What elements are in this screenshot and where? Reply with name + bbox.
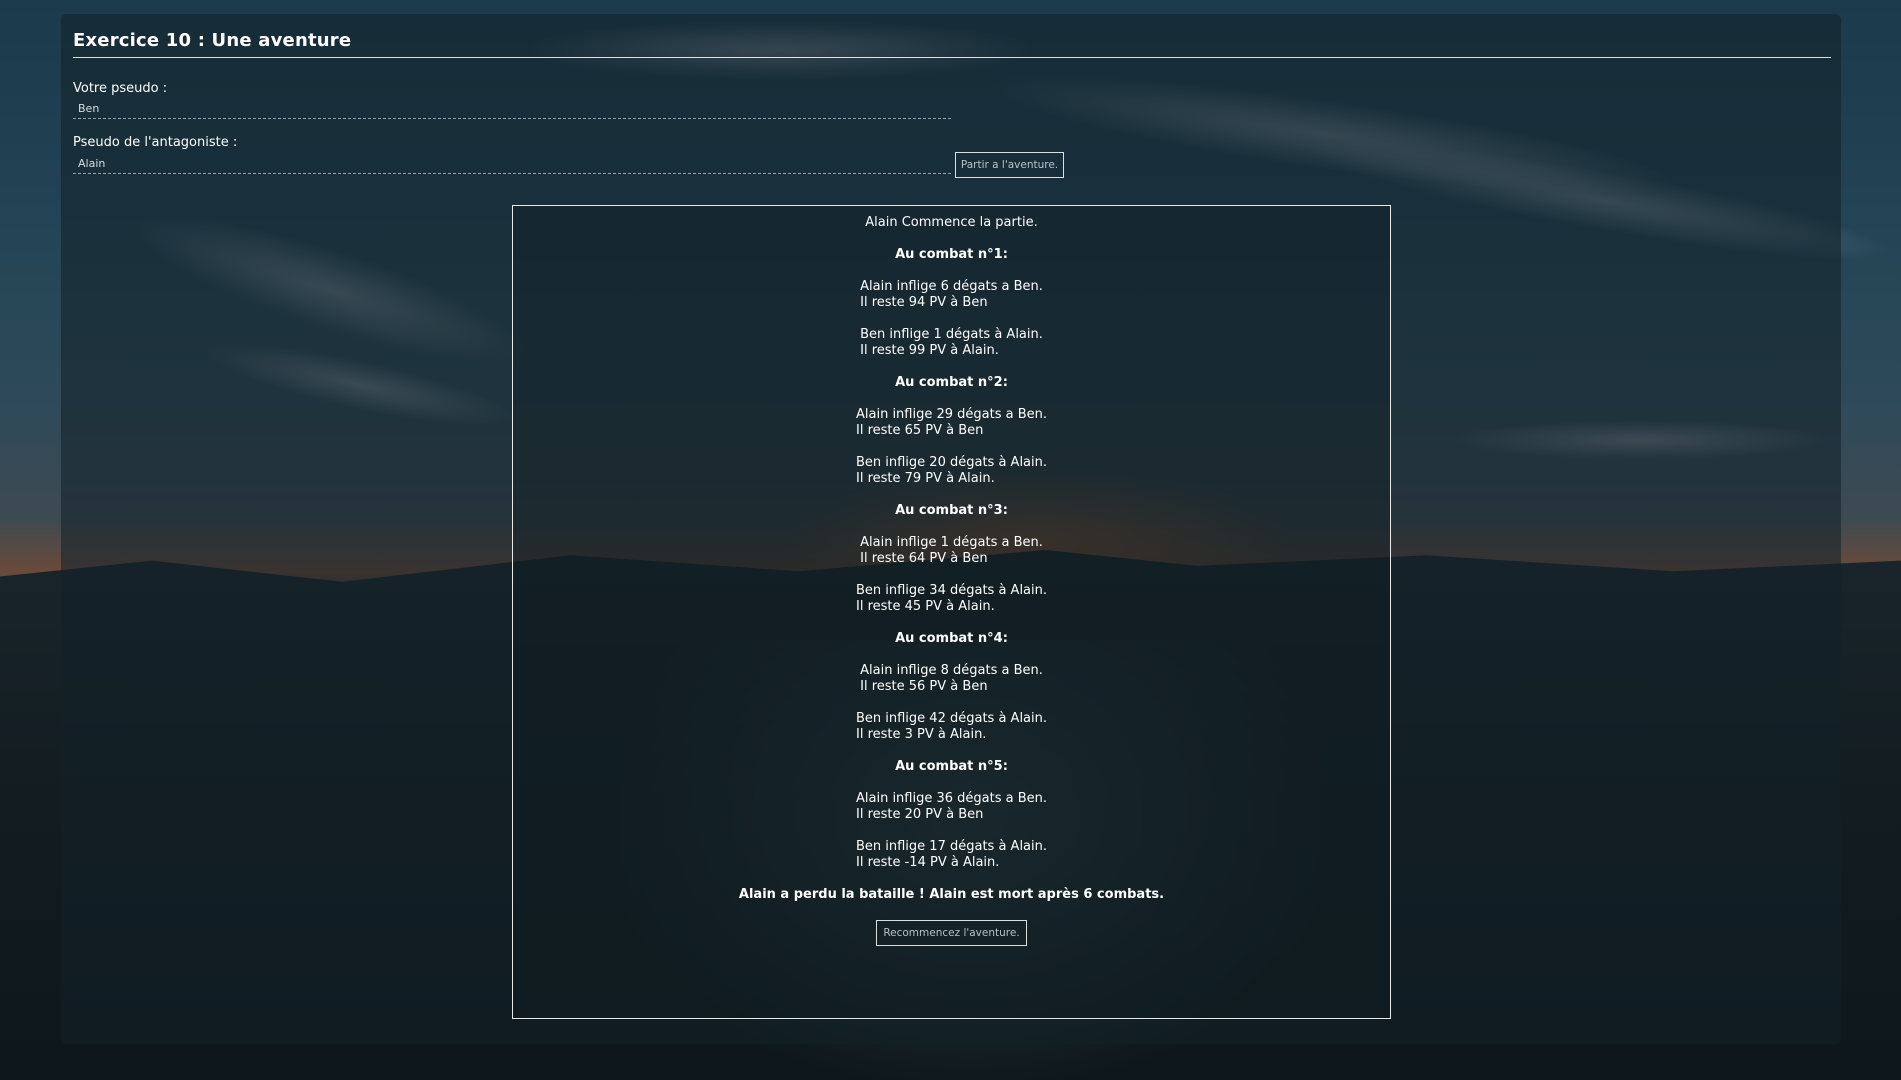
attack-text: Alain inflige 1 dégats a Ben. Il reste 64… <box>860 535 1043 567</box>
attack-hp-line: Il reste -14 PV à Alain. <box>855 855 1000 870</box>
combat-round: Au combat n°5: Alain inflige 36 dégats a … <box>513 759 1390 871</box>
intro-text: Alain Commence la partie. <box>865 215 1038 230</box>
attack-entry: Ben inflige 34 dégats à Alain. Il reste 4… <box>513 583 1390 615</box>
attack-damage-line: Alain inflige 6 dégats a Ben. <box>860 279 1043 294</box>
attack-damage-line: Ben inflige 20 dégats à Alain. <box>855 455 1048 470</box>
attack-text: Ben inflige 34 dégats à Alain. Il reste 4… <box>856 583 1047 615</box>
attack-text: Alain inflige 29 dégats a Ben. Il reste 6… <box>856 407 1047 439</box>
restart-adventure-label: Recommencez l'aventure. <box>883 927 1020 939</box>
start-adventure-button[interactable]: Partir a l'aventure. <box>955 152 1064 178</box>
attack-hp-line: Il reste 3 PV à Alain. <box>855 727 987 742</box>
round-title: Au combat n°2: <box>895 375 1008 390</box>
battle-result: Alain a perdu la bataille ! Alain est mo… <box>738 887 1165 902</box>
page-title: Exercice 10 : Une aventure <box>73 30 1831 58</box>
attack-entry: Alain inflige 1 dégats a Ben. Il reste 64… <box>513 535 1390 567</box>
attack-damage-line: Ben inflige 1 dégats à Alain. <box>860 327 1043 342</box>
round-title: Au combat n°1: <box>895 247 1008 262</box>
attack-entry: Ben inflige 42 dégats à Alain. Il reste 3… <box>513 711 1390 743</box>
round-title: Au combat n°4: <box>895 631 1008 646</box>
battle-log: Alain Commence la partie. Au combat n°1:… <box>512 205 1391 1019</box>
start-adventure-label: Partir a l'aventure. <box>960 159 1059 171</box>
attack-text: Ben inflige 42 dégats à Alain. Il reste 3… <box>856 711 1047 743</box>
round-title: Au combat n°3: <box>895 503 1008 518</box>
attack-text: Ben inflige 20 dégats à Alain. Il reste 7… <box>856 455 1047 487</box>
attack-hp-line: Il reste 56 PV à Ben <box>860 679 988 694</box>
attack-hp-line: Il reste 94 PV à Ben <box>860 295 988 310</box>
restart-adventure-button[interactable]: Recommencez l'aventure. <box>876 920 1027 946</box>
attack-entry: Ben inflige 1 dégats à Alain. Il reste 99… <box>513 327 1390 359</box>
attack-entry: Alain inflige 6 dégats a Ben. Il reste 94… <box>513 279 1390 311</box>
attack-hp-line: Il reste 20 PV à Ben <box>855 807 984 822</box>
attack-hp-line: Il reste 65 PV à Ben <box>855 423 984 438</box>
attack-entry: Ben inflige 20 dégats à Alain. Il reste 7… <box>513 455 1390 487</box>
attack-damage-line: Alain inflige 1 dégats a Ben. <box>860 535 1043 550</box>
attack-damage-line: Ben inflige 34 dégats à Alain. <box>855 583 1048 598</box>
attack-entry: Ben inflige 17 dégats à Alain. Il reste -… <box>513 839 1390 871</box>
combat-round: Au combat n°1: Alain inflige 6 dégats a B… <box>513 247 1390 359</box>
attack-damage-line: Alain inflige 36 dégats a Ben. <box>855 791 1048 806</box>
combat-round: Au combat n°3: Alain inflige 1 dégats a B… <box>513 503 1390 615</box>
round-title: Au combat n°5: <box>895 759 1008 774</box>
attack-hp-line: Il reste 45 PV à Alain. <box>855 599 995 614</box>
attack-text: Alain inflige 36 dégats a Ben. Il reste 2… <box>856 791 1047 823</box>
attack-hp-line: Il reste 79 PV à Alain. <box>855 471 995 486</box>
player-name-input[interactable] <box>73 99 951 119</box>
attack-hp-line: Il reste 99 PV à Alain. <box>860 343 999 358</box>
enemy-name-label: Pseudo de l'antagoniste : <box>73 135 238 150</box>
player-name-label: Votre pseudo : <box>73 81 168 96</box>
combat-round: Au combat n°2: Alain inflige 29 dégats a … <box>513 375 1390 487</box>
attack-entry: Alain inflige 36 dégats a Ben. Il reste 2… <box>513 791 1390 823</box>
attack-text: Ben inflige 1 dégats à Alain. Il reste 99… <box>860 327 1043 359</box>
attack-entry: Alain inflige 29 dégats a Ben. Il reste 6… <box>513 407 1390 439</box>
attack-text: Alain inflige 6 dégats a Ben. Il reste 94… <box>860 279 1043 311</box>
attack-hp-line: Il reste 64 PV à Ben <box>860 551 988 566</box>
attack-damage-line: Ben inflige 42 dégats à Alain. <box>855 711 1048 726</box>
attack-damage-line: Alain inflige 29 dégats a Ben. <box>855 407 1048 422</box>
attack-damage-line: Ben inflige 17 dégats à Alain. <box>855 839 1048 854</box>
combat-round: Au combat n°4: Alain inflige 8 dégats a B… <box>513 631 1390 743</box>
attack-damage-line: Alain inflige 8 dégats a Ben. <box>860 663 1043 678</box>
rounds-list: Au combat n°1: Alain inflige 6 dégats a B… <box>513 247 1390 871</box>
attack-text: Ben inflige 17 dégats à Alain. Il reste -… <box>856 839 1047 871</box>
attack-entry: Alain inflige 8 dégats a Ben. Il reste 56… <box>513 663 1390 695</box>
attack-text: Alain inflige 8 dégats a Ben. Il reste 56… <box>860 663 1043 695</box>
enemy-name-input[interactable] <box>73 154 951 174</box>
